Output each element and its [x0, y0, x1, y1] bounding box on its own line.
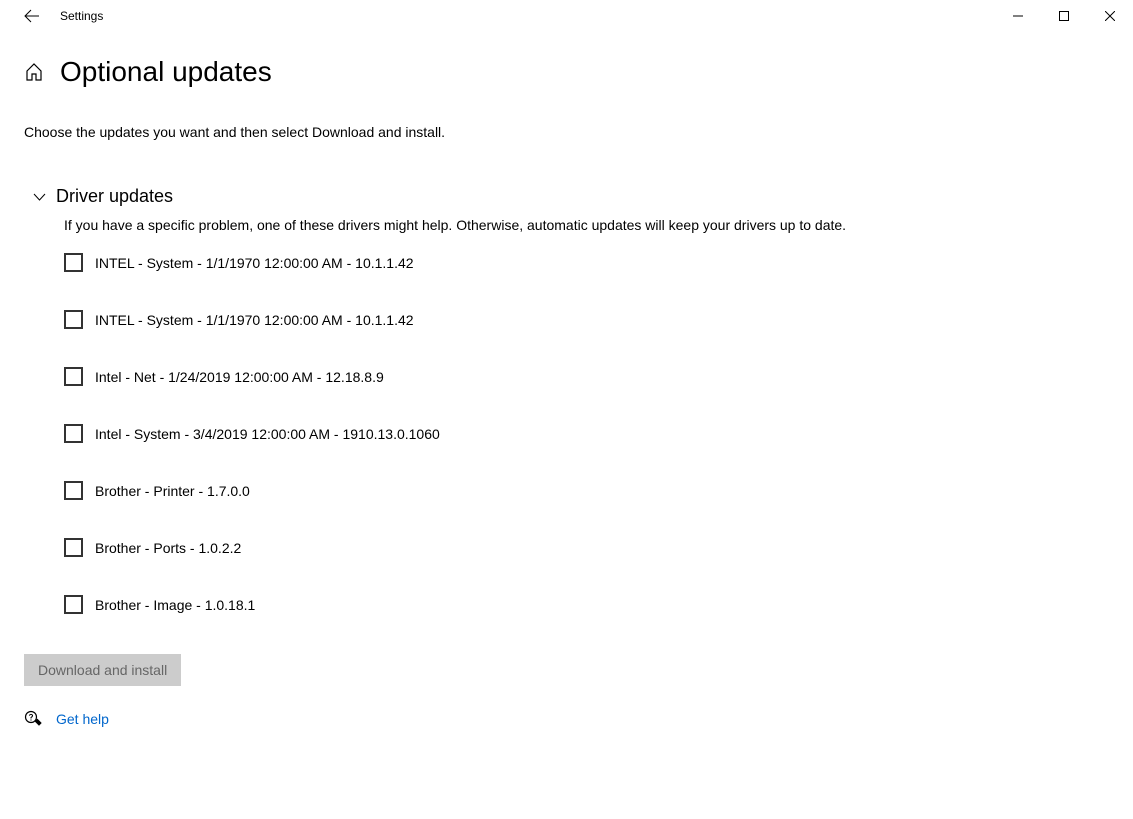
update-checkbox[interactable]	[64, 481, 83, 500]
update-item: Intel - Net - 1/24/2019 12:00:00 AM - 12…	[64, 367, 1133, 386]
update-list: INTEL - System - 1/1/1970 12:00:00 AM - …	[64, 253, 1133, 614]
back-arrow-icon	[24, 8, 40, 24]
update-item: INTEL - System - 1/1/1970 12:00:00 AM - …	[64, 310, 1133, 329]
close-button[interactable]	[1087, 0, 1133, 32]
section-title: Driver updates	[56, 186, 173, 207]
maximize-icon	[1059, 11, 1069, 21]
home-icon	[25, 63, 43, 81]
help-icon	[24, 710, 42, 728]
update-item: INTEL - System - 1/1/1970 12:00:00 AM - …	[64, 253, 1133, 272]
update-label: Brother - Printer - 1.7.0.0	[95, 483, 250, 499]
close-icon	[1105, 11, 1115, 21]
minimize-button[interactable]	[995, 0, 1041, 32]
download-install-button[interactable]: Download and install	[24, 654, 181, 686]
update-item: Intel - System - 3/4/2019 12:00:00 AM - …	[64, 424, 1133, 443]
update-label: Brother - Ports - 1.0.2.2	[95, 540, 241, 556]
update-checkbox[interactable]	[64, 424, 83, 443]
update-item: Brother - Printer - 1.7.0.0	[64, 481, 1133, 500]
maximize-button[interactable]	[1041, 0, 1087, 32]
update-checkbox[interactable]	[64, 538, 83, 557]
get-help-link[interactable]: Get help	[56, 711, 109, 727]
chevron-down-icon	[32, 190, 46, 204]
page-title: Optional updates	[60, 56, 272, 88]
update-checkbox[interactable]	[64, 367, 83, 386]
section-description: If you have a specific problem, one of t…	[64, 217, 1133, 233]
update-label: Intel - System - 3/4/2019 12:00:00 AM - …	[95, 426, 440, 442]
update-label: INTEL - System - 1/1/1970 12:00:00 AM - …	[95, 255, 414, 271]
update-label: Intel - Net - 1/24/2019 12:00:00 AM - 12…	[95, 369, 384, 385]
back-button[interactable]	[16, 0, 48, 32]
update-item: Brother - Ports - 1.0.2.2	[64, 538, 1133, 557]
minimize-icon	[1013, 11, 1023, 21]
update-checkbox[interactable]	[64, 595, 83, 614]
update-item: Brother - Image - 1.0.18.1	[64, 595, 1133, 614]
app-title: Settings	[60, 9, 103, 23]
update-label: INTEL - System - 1/1/1970 12:00:00 AM - …	[95, 312, 414, 328]
update-checkbox[interactable]	[64, 253, 83, 272]
update-checkbox[interactable]	[64, 310, 83, 329]
update-label: Brother - Image - 1.0.18.1	[95, 597, 255, 613]
page-subtitle: Choose the updates you want and then sel…	[24, 124, 1133, 140]
home-button[interactable]	[24, 62, 44, 82]
driver-updates-toggle[interactable]: Driver updates	[32, 186, 1133, 207]
